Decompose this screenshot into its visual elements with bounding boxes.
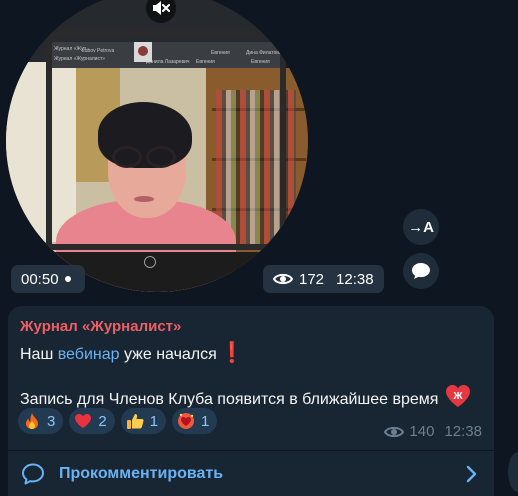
heart-badge-icon: Ж [445, 384, 471, 413]
message-text: Наш [20, 346, 58, 363]
exclamation-icon: ❗ [219, 342, 245, 364]
video-duration: 00:50 [21, 270, 59, 288]
heart-exclamation-icon [177, 412, 195, 430]
message-meta: 140 12:38 [384, 423, 482, 440]
video-views-count: 172 [299, 270, 325, 288]
video-duration-pill: 00:50 [11, 265, 85, 293]
reaction-heart-exclamation[interactable]: 1 [172, 408, 218, 434]
chevron-right-icon [466, 465, 477, 483]
zoom-label: Журнал «Журналист» [54, 56, 106, 62]
zoom-label: Евгения [211, 50, 230, 56]
comment-bubble-icon [412, 263, 430, 279]
message-bubble: Журнал «Журналист» Наш вебинар уже начал… [8, 306, 494, 496]
unwatched-dot-icon [64, 276, 71, 282]
comment-button[interactable] [403, 253, 439, 289]
reactions-bar: 3 2 1 1 [18, 408, 223, 434]
zoom-label: Lubov Petrova [82, 48, 115, 54]
video-views-pill: 172 12:38 [263, 265, 384, 293]
heart-badge-letter: Ж [452, 391, 463, 402]
message-text-line1: Наш вебинар уже начался ❗ [20, 340, 245, 365]
thumbs-up-icon [126, 412, 144, 430]
comment-bubble-icon [22, 463, 44, 485]
video-message[interactable]: Журнал «Жур... Журнал «Журналист» Lubov … [6, 0, 308, 292]
video-person-glasses [112, 146, 142, 168]
reaction-fire[interactable]: 3 [18, 408, 64, 434]
zoom-label: Дина Филатова [246, 50, 282, 56]
eye-icon [273, 273, 293, 285]
webinar-link[interactable]: вебинар [58, 346, 120, 363]
scroll-button[interactable] [508, 452, 518, 492]
hp-logo-icon [144, 256, 156, 268]
zoom-participant-thumb [134, 42, 152, 62]
message-time: 12:38 [444, 423, 482, 440]
zoom-label: Данила Лазаревич [146, 59, 190, 65]
leave-comment-row[interactable]: Прокомментировать [8, 451, 494, 496]
reaction-thumbs-up[interactable]: 1 [120, 408, 167, 434]
translate-button[interactable]: →A [403, 209, 439, 245]
sender-name[interactable]: Журнал «Журналист» [20, 318, 181, 335]
eye-icon [384, 426, 405, 437]
video-person-lips [134, 196, 154, 202]
reaction-count: 3 [47, 412, 56, 430]
zoom-label: Евгения [251, 59, 270, 65]
message-views: 140 [409, 423, 435, 440]
red-heart-icon [74, 412, 92, 430]
zoom-label: Евгения [196, 59, 215, 65]
message-text: уже начался [119, 346, 217, 363]
reaction-count: 2 [98, 412, 107, 430]
message-text: Запись для Членов Клуба появится в ближа… [20, 391, 439, 408]
video-person-glasses [146, 146, 176, 168]
leave-comment-label: Прокомментировать [59, 465, 224, 482]
video-zoom-strip: Журнал «Жур... Журнал «Журналист» Lubov … [46, 42, 286, 68]
fire-icon [23, 412, 41, 430]
translate-icon: →A [408, 218, 434, 236]
video-wall [6, 62, 76, 242]
reaction-count: 1 [149, 412, 159, 430]
video-time: 12:38 [336, 270, 374, 288]
reaction-count: 1 [201, 412, 210, 430]
reaction-heart[interactable]: 2 [69, 408, 115, 434]
